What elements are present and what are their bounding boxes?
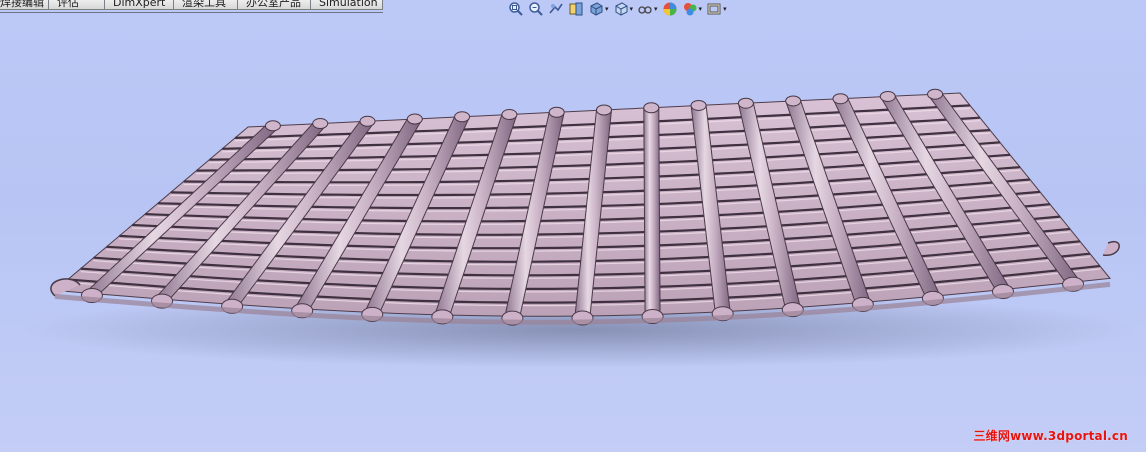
section-view-button[interactable] bbox=[568, 0, 584, 18]
command-manager-tabs: 焊接编辑 评估 DimXpert 渲染工具 办公室产品 Simulation bbox=[0, 0, 383, 13]
command-tab-0[interactable]: 焊接编辑 bbox=[0, 0, 49, 10]
hide-show-items-icon bbox=[637, 1, 653, 17]
watermark-text: 三维网www.3dportal.cn bbox=[973, 429, 1128, 443]
chevron-down-icon: ▾ bbox=[698, 5, 703, 13]
hide-show-items-button[interactable]: ▾ bbox=[637, 0, 658, 18]
view-settings-icon bbox=[706, 1, 722, 17]
rib-top-cap bbox=[596, 104, 612, 116]
chevron-down-icon: ▾ bbox=[629, 5, 634, 13]
rib-top-cap bbox=[359, 115, 376, 127]
rib-top-cap bbox=[312, 118, 329, 130]
view-settings-button[interactable]: ▾ bbox=[706, 0, 727, 18]
apply-scene-button[interactable]: ▾ bbox=[682, 0, 703, 18]
rib-top-cap bbox=[879, 90, 896, 102]
command-tab-4[interactable]: 办公室产品 bbox=[238, 0, 311, 10]
display-style-icon bbox=[613, 1, 629, 17]
zoom-to-fit-button[interactable] bbox=[508, 0, 524, 18]
rib-top-cap bbox=[690, 99, 707, 111]
view-orientation-icon bbox=[588, 1, 604, 17]
chevron-down-icon: ▾ bbox=[605, 5, 609, 13]
rib-top-cap bbox=[548, 106, 565, 118]
rib-top-cap bbox=[643, 102, 660, 114]
rib-top-cap bbox=[406, 113, 423, 125]
heads-up-view-toolbar: ▾ ▾ ▾ ▾ ▾ bbox=[508, 0, 727, 18]
chevron-down-icon: ▾ bbox=[654, 5, 658, 13]
command-tab-2[interactable]: DimXpert bbox=[105, 0, 174, 10]
rib-top-cap bbox=[737, 97, 754, 109]
rib-top-cap bbox=[454, 111, 471, 123]
roof-tile-3d-model[interactable] bbox=[0, 0, 1146, 452]
section-view-icon bbox=[568, 1, 584, 17]
rib-top-cap bbox=[264, 120, 281, 132]
command-tab-3[interactable]: 渲染工具 bbox=[174, 0, 238, 10]
rib-top-cap bbox=[501, 109, 518, 121]
command-tab-5[interactable]: Simulation bbox=[311, 0, 383, 10]
edit-appearance-icon bbox=[662, 1, 678, 17]
zoom-to-area-icon bbox=[528, 1, 544, 17]
right-eave-curl bbox=[1102, 240, 1120, 256]
edit-appearance-button[interactable] bbox=[662, 0, 678, 18]
zoom-to-fit-icon bbox=[508, 1, 524, 17]
cover-tile-rib bbox=[643, 107, 661, 316]
roof-geometry bbox=[50, 88, 1120, 326]
display-style-button[interactable]: ▾ bbox=[613, 0, 634, 18]
apply-scene-icon bbox=[682, 1, 698, 17]
zoom-to-area-button[interactable] bbox=[528, 0, 544, 18]
view-orientation-button[interactable]: ▾ bbox=[588, 0, 609, 18]
previous-view-button[interactable] bbox=[548, 0, 564, 18]
chevron-down-icon: ▾ bbox=[723, 5, 727, 13]
rib-top-cap bbox=[832, 93, 849, 105]
previous-view-icon bbox=[548, 1, 564, 17]
rib-top-cap bbox=[927, 88, 944, 100]
rib-top-cap bbox=[785, 95, 802, 107]
command-tab-1[interactable]: 评估 bbox=[49, 0, 105, 10]
